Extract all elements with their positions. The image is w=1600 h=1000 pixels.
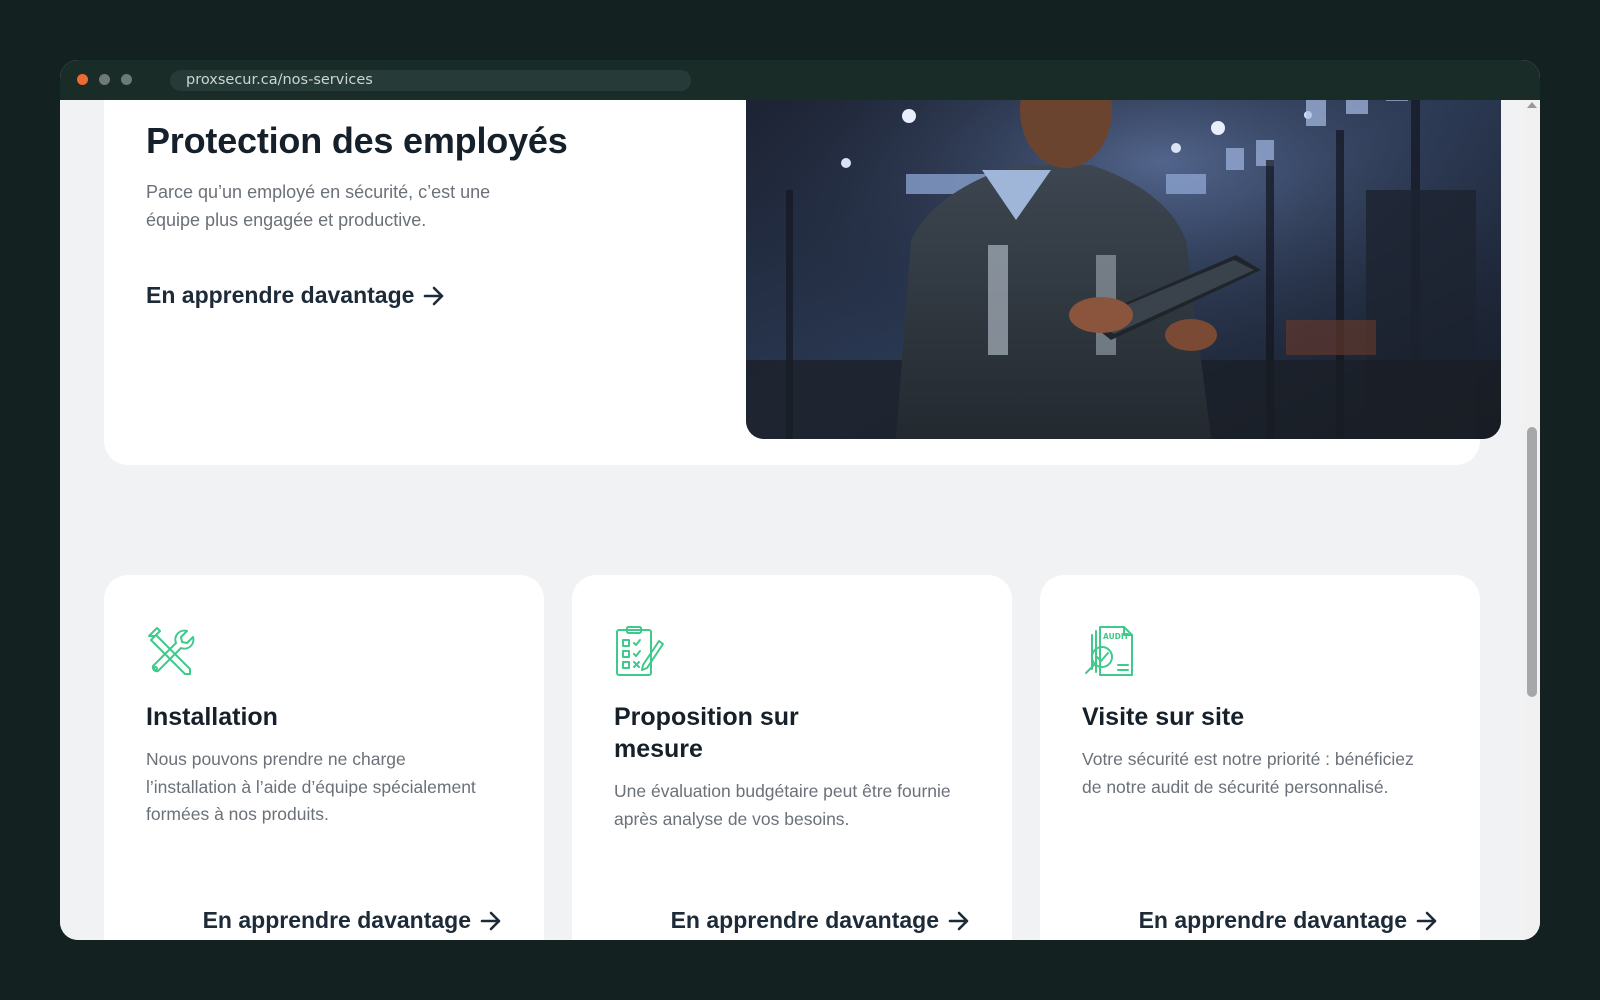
card-title: Visite sur site xyxy=(1082,703,1245,731)
hero-learn-more-link[interactable]: En apprendre davantage xyxy=(146,282,445,309)
card-title: Proposition sur mesure xyxy=(614,703,799,763)
worker-with-tablet-photo xyxy=(746,100,1501,439)
address-bar[interactable]: proxsecur.ca/nos-services xyxy=(170,70,691,91)
card-learn-more-link[interactable]: En apprendre davantage xyxy=(1139,907,1438,934)
arrow-right-icon xyxy=(948,911,969,930)
arrow-right-icon xyxy=(1416,911,1437,930)
hero-learn-more-label: En apprendre davantage xyxy=(146,282,415,308)
hero-card-employee-protection: Protection des employés Parce qu’un empl… xyxy=(104,100,1501,465)
arrow-right-icon xyxy=(424,286,444,305)
card-learn-more-label: En apprendre davantage xyxy=(670,907,939,933)
browser-toolbar: proxsecur.ca/nos-services xyxy=(60,60,1540,100)
browser-window: proxsecur.ca/nos-services Protection des… xyxy=(60,60,1540,940)
audit-badge-text: AUDIT xyxy=(1103,632,1130,641)
service-card-installation: Installation Nous pouvons prendre ne cha… xyxy=(104,575,544,940)
scroll-up-icon[interactable] xyxy=(1527,102,1537,108)
page-viewport: Protection des employés Parce qu’un empl… xyxy=(60,100,1524,940)
audit-document-icon: AUDIT xyxy=(1085,626,1133,676)
service-card-custom-proposal: Proposition sur mesure Une évaluation bu… xyxy=(572,575,1012,940)
hero-title: Protection des employés xyxy=(146,120,568,161)
card-description: Votre sécurité est notre priorité : béné… xyxy=(1082,749,1414,797)
close-window-button[interactable] xyxy=(77,74,88,85)
scrollbar-thumb[interactable] xyxy=(1527,427,1537,697)
card-learn-more-link[interactable]: En apprendre davantage xyxy=(671,907,970,934)
card-learn-more-label: En apprendre davantage xyxy=(1138,907,1407,933)
vertical-scrollbar[interactable] xyxy=(1524,100,1540,940)
arrow-right-icon xyxy=(480,911,501,930)
service-card-site-visit: AUDIT Visite sur site Votre sécurité est… xyxy=(1040,575,1480,940)
minimize-window-button[interactable] xyxy=(99,74,110,85)
card-title: Installation xyxy=(146,703,278,731)
tools-icon xyxy=(148,627,195,675)
checklist-clipboard-icon xyxy=(616,626,664,676)
card-learn-more-link[interactable]: En apprendre davantage xyxy=(203,907,502,934)
hero-description: Parce qu’un employé en sécurité, c’est u… xyxy=(146,182,491,230)
card-description: Nous pouvons prendre ne charge l’install… xyxy=(146,749,476,824)
maximize-window-button[interactable] xyxy=(121,74,132,85)
card-learn-more-label: En apprendre davantage xyxy=(202,907,471,933)
card-description: Une évaluation budgétaire peut être four… xyxy=(614,781,951,829)
